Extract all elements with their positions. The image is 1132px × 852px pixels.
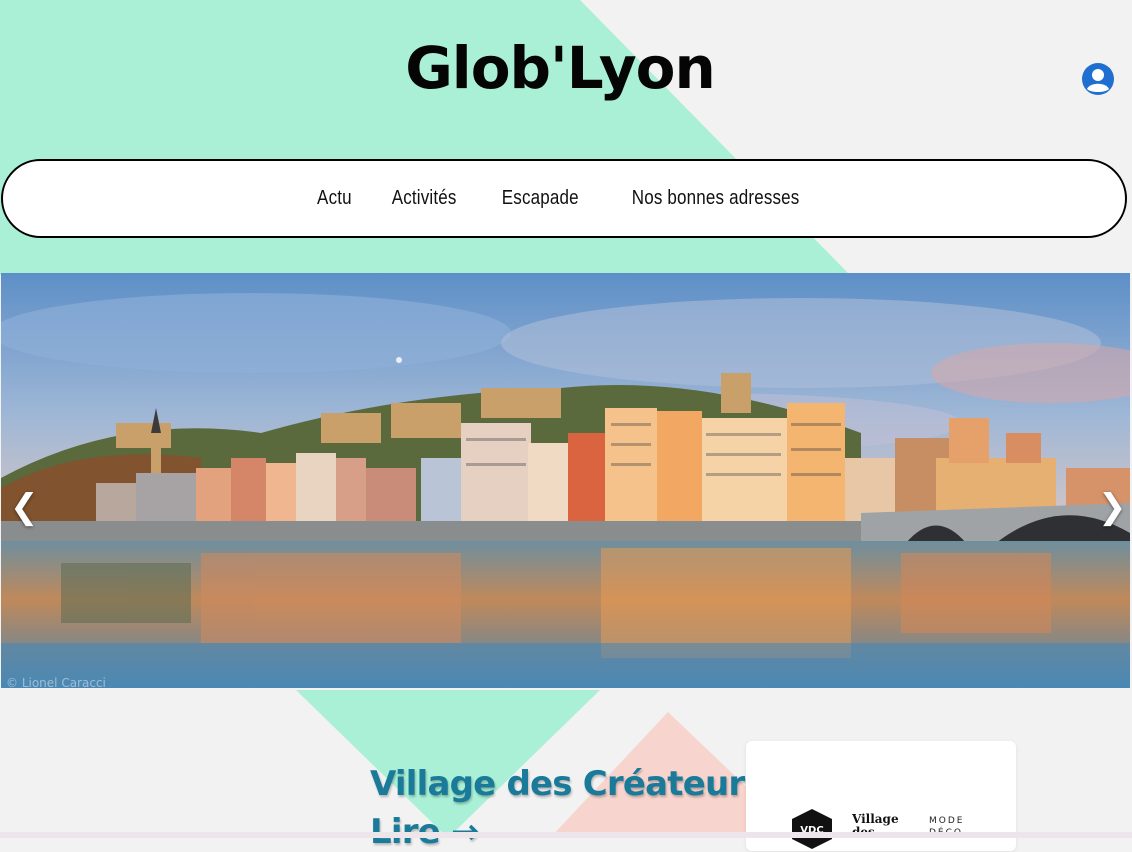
- nav-link-nos-bonnes-adresses[interactable]: Nos bonnes adresses: [632, 187, 800, 210]
- account-circle-icon[interactable]: [1081, 62, 1115, 96]
- nav-link-escapade[interactable]: Escapade: [501, 187, 578, 210]
- partner-tag-line-1: MODE: [929, 816, 965, 826]
- main-navigation: Actu Activités Escapade Nos bonnes adres…: [1, 159, 1127, 238]
- photo-credit: © Lionel Caracci: [6, 676, 106, 690]
- nav-link-activites[interactable]: Activités: [392, 187, 457, 210]
- nav-link-actu[interactable]: Actu: [317, 187, 352, 210]
- vdc-logo-icon: VDC: [792, 809, 832, 849]
- bottom-divider: [0, 832, 1132, 838]
- slideshow-next-arrow-icon[interactable]: ❯: [1098, 490, 1127, 524]
- post-title: Village des Créateurs: [370, 764, 765, 804]
- site-logo[interactable]: Glob'Lyon: [360, 34, 760, 102]
- hero-slideshow-image: [1, 273, 1130, 688]
- slideshow-prev-arrow-icon[interactable]: ❮: [10, 490, 39, 524]
